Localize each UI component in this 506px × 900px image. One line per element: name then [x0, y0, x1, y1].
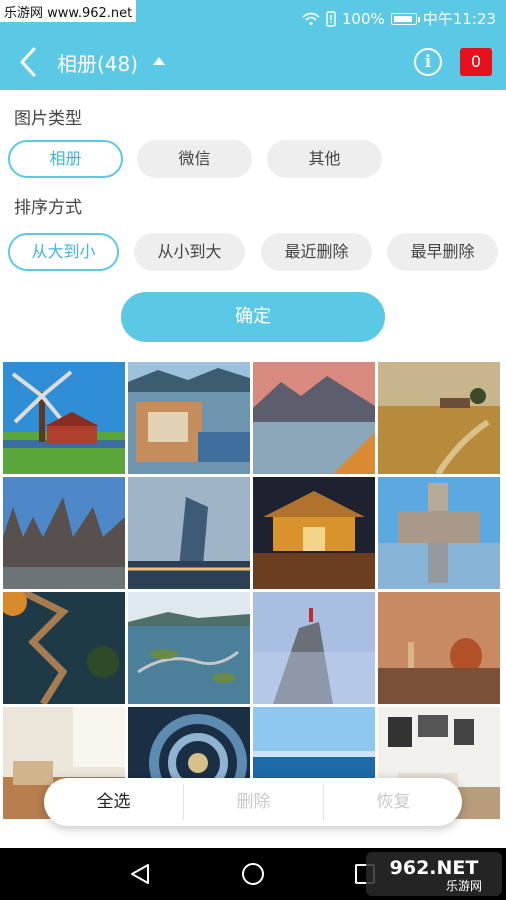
sort-option-small-to-large[interactable]: 从小到大 — [134, 233, 245, 271]
status-bar: 无服务 乐游网 www.962.net 100% 中午11:23 — [0, 0, 506, 34]
title-bar: 相册(48) i 0 — [0, 34, 506, 90]
back-triangle-icon[interactable] — [128, 862, 152, 886]
photo-skyscraper-dusk[interactable] — [128, 477, 250, 589]
photo-zigzag-boardwalk[interactable] — [3, 592, 125, 704]
back-button[interactable] — [12, 44, 46, 80]
photo-grid — [3, 362, 503, 848]
photo-windmill-farm[interactable] — [3, 362, 125, 474]
photo-coastal-town[interactable] — [128, 362, 250, 474]
clock: 中午11:23 — [422, 10, 496, 28]
photo-wheat-field[interactable] — [378, 362, 500, 474]
sort-option-large-to-small[interactable]: 从大到小 — [8, 233, 119, 271]
sort-option-recent-deleted[interactable]: 最近删除 — [261, 233, 372, 271]
sort-option-earliest-deleted[interactable]: 最早删除 — [387, 233, 498, 271]
restore-button[interactable]: 恢复 — [324, 778, 463, 826]
action-bar: 全选 删除 恢复 — [44, 778, 462, 826]
image-type-label: 图片类型 — [14, 109, 82, 129]
count-badge[interactable]: 0 — [460, 48, 492, 76]
home-circle-icon[interactable] — [241, 862, 265, 886]
type-option-other[interactable]: 其他 — [267, 140, 382, 178]
wifi-icon — [302, 12, 320, 25]
photo-palace-reflection[interactable] — [378, 477, 500, 589]
select-all-button[interactable]: 全选 — [44, 778, 183, 826]
photo-gothic-square[interactable] — [3, 477, 125, 589]
photo-mountain-lake[interactable] — [253, 362, 375, 474]
confirm-button[interactable]: 确定 — [121, 292, 385, 342]
chevron-left-icon — [20, 47, 36, 77]
delete-button[interactable]: 删除 — [184, 778, 323, 826]
watermark-logo-bottom: 乐游网 — [446, 879, 482, 893]
phone-alert-icon — [326, 10, 336, 27]
watermark-logo-top: 962.NET — [390, 857, 479, 879]
battery-percent: 100% — [341, 9, 385, 28]
site-watermark-logo: 962.NET 乐游网 — [366, 852, 502, 896]
info-button[interactable]: i — [414, 48, 442, 76]
page-title[interactable]: 相册(48) — [57, 48, 138, 77]
caret-up-icon[interactable] — [153, 57, 165, 65]
type-option-album[interactable]: 相册 — [8, 140, 123, 178]
photo-rock-pillar[interactable] — [253, 592, 375, 704]
watermark-text: 乐游网 www.962.net — [0, 0, 137, 22]
battery-icon — [390, 12, 420, 25]
photo-cathedral-dome[interactable] — [378, 592, 500, 704]
sort-order-label: 排序方式 — [14, 198, 82, 218]
type-option-wechat[interactable]: 微信 — [137, 140, 252, 178]
status-icons: 100% 中午11:23 — [302, 8, 496, 29]
photo-temple-night[interactable] — [253, 477, 375, 589]
photo-ocean-road[interactable] — [128, 592, 250, 704]
